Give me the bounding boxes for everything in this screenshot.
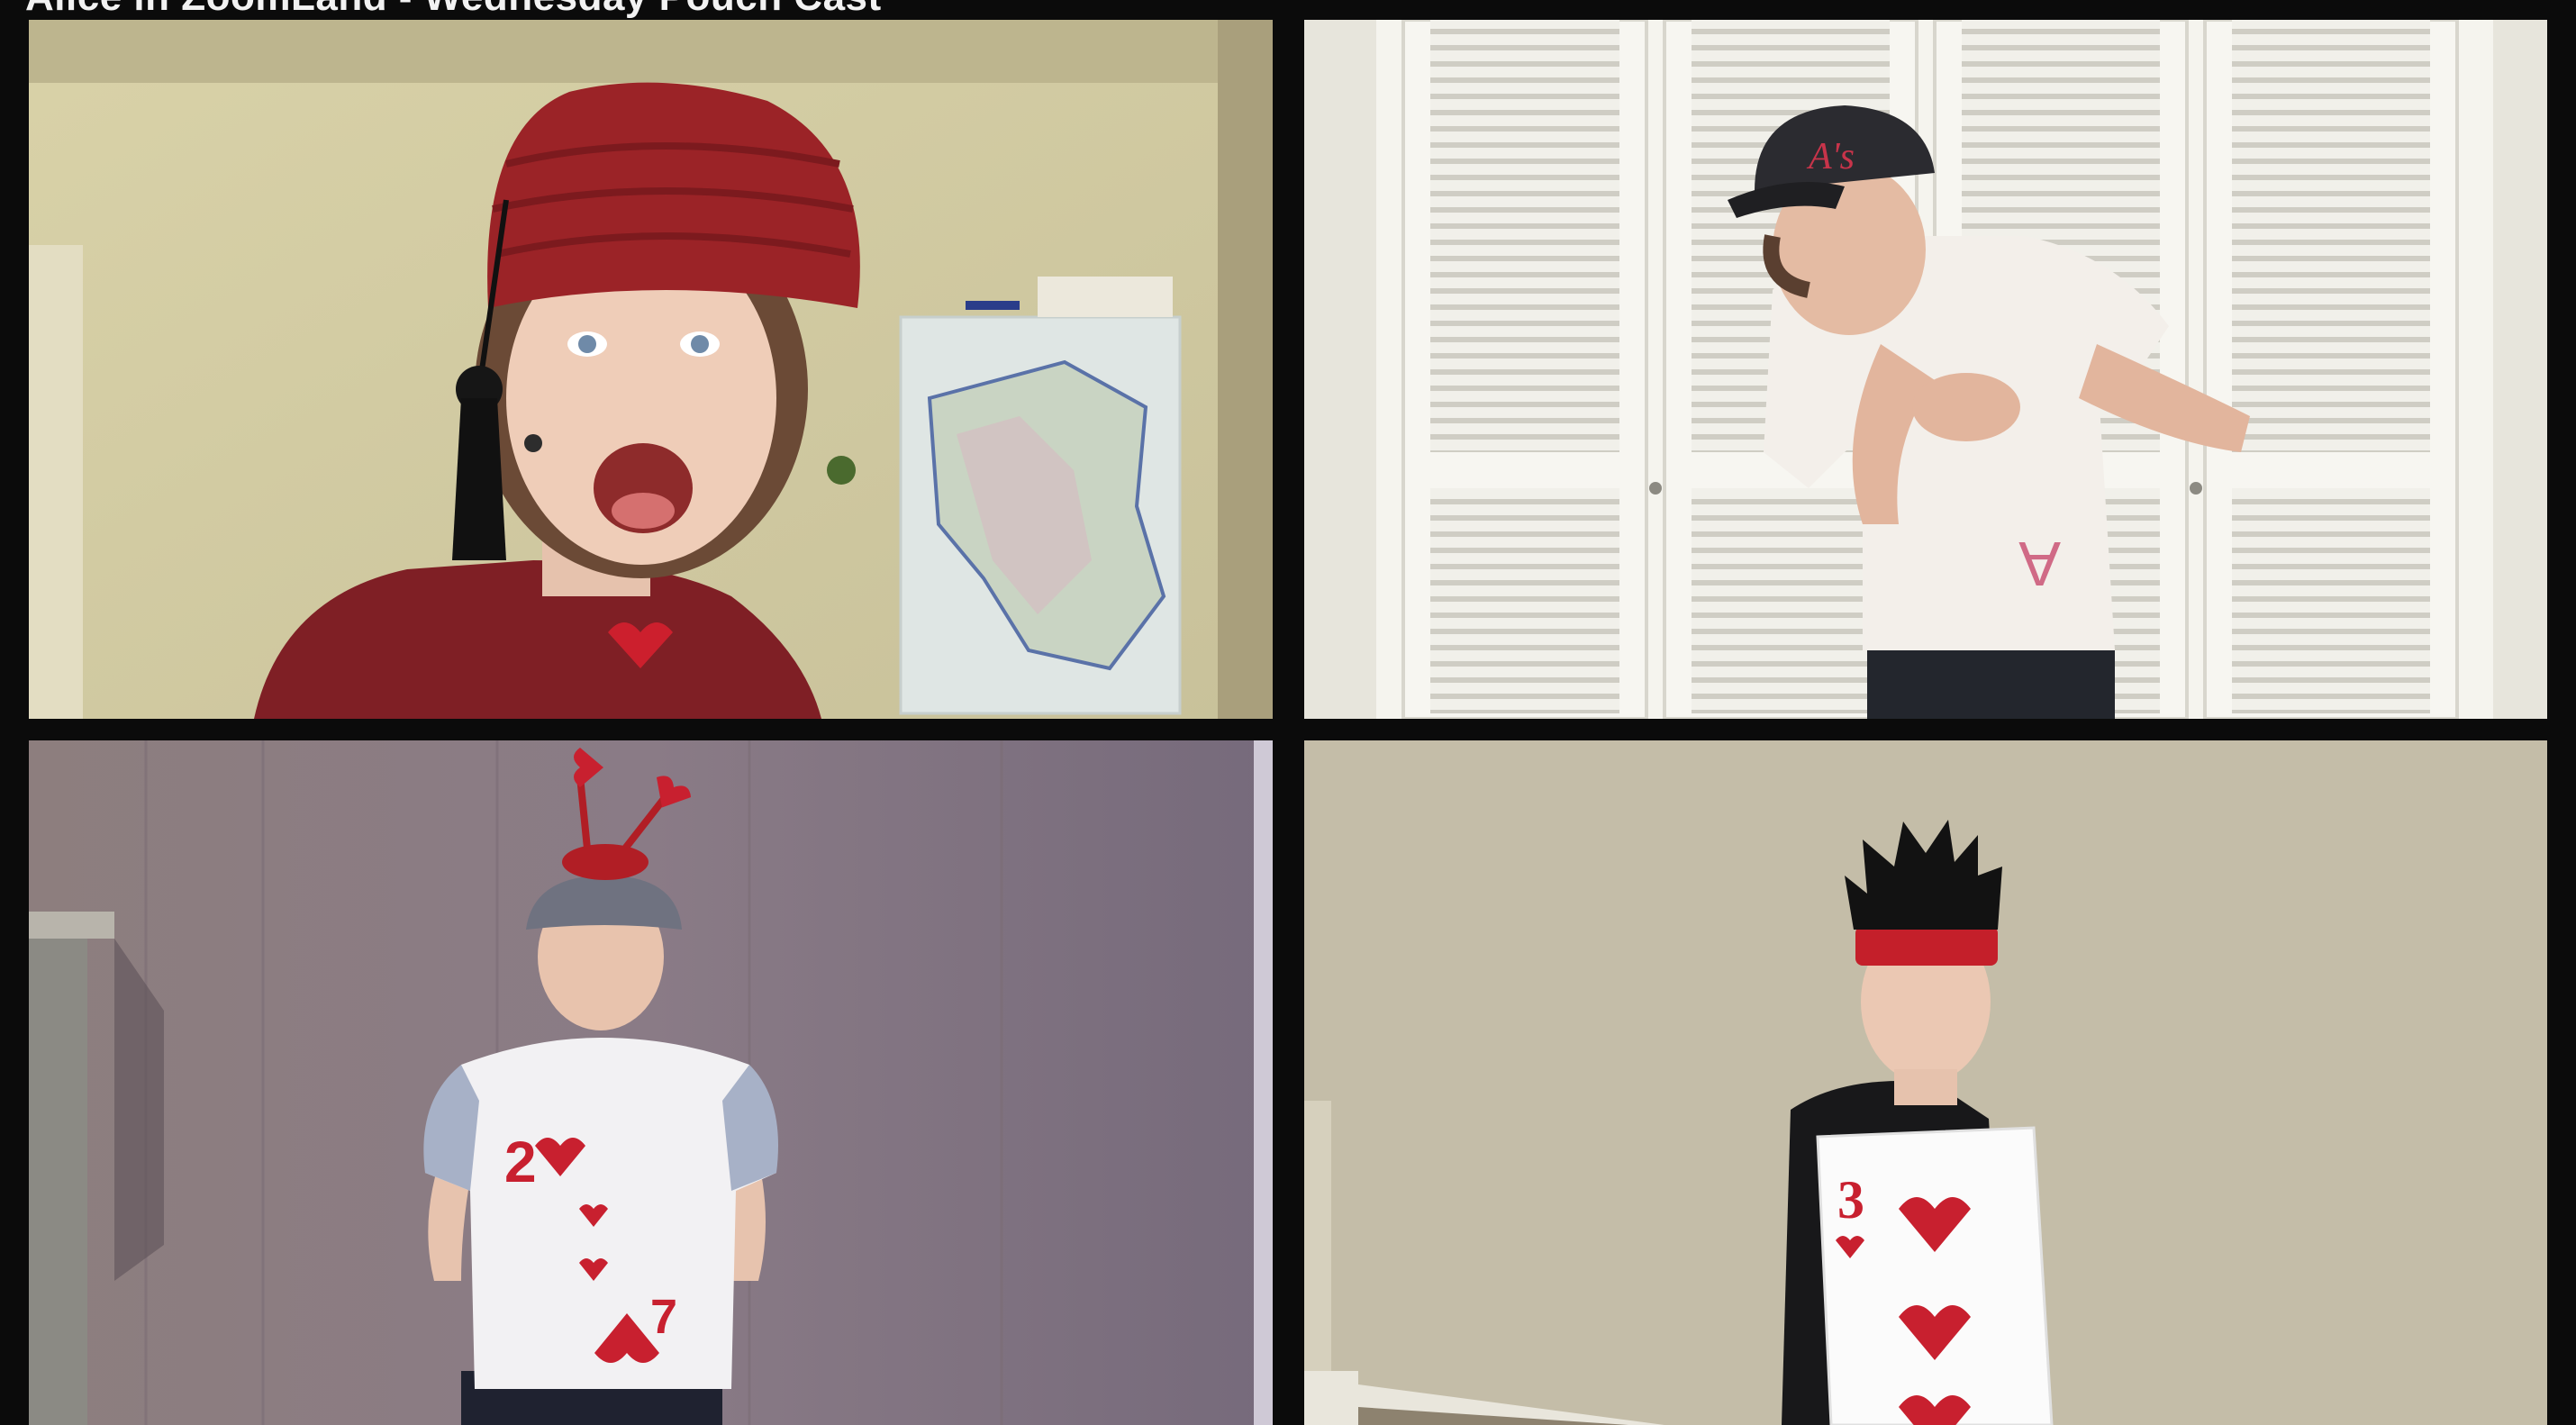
video-tile-3[interactable]: 2 7 xyxy=(29,740,1273,1425)
shirt-card-number: 2 xyxy=(504,1130,537,1194)
participant-video-1 xyxy=(29,20,1273,719)
cap-logo: A's xyxy=(1806,136,1855,177)
wall-map xyxy=(899,277,1182,715)
card-rank: 3 xyxy=(1837,1170,1864,1230)
fez-tassel xyxy=(452,398,506,560)
video-tile-2[interactable]: A A's xyxy=(1304,20,2547,719)
video-tile-1[interactable] xyxy=(29,20,1273,719)
crown-headband xyxy=(1855,926,1998,966)
playing-card-board: 3 xyxy=(1816,1126,2054,1425)
video-tile-4[interactable]: 3 xyxy=(1304,740,2547,1425)
video-call-window: Alice in ZoomLand - Wednesday Pouch Cast xyxy=(0,0,2576,1425)
shirt-card-rank: 7 xyxy=(650,1290,677,1344)
participant-video-3: 2 7 xyxy=(29,740,1273,1425)
participant-video-4: 3 xyxy=(1304,740,2547,1425)
shirt-card-letter: A xyxy=(2018,529,2061,599)
participant-video-2: A A's xyxy=(1304,20,2547,719)
window-title: Alice in ZoomLand - Wednesday Pouch Cast xyxy=(25,0,882,18)
stone-fireplace xyxy=(29,921,87,1425)
